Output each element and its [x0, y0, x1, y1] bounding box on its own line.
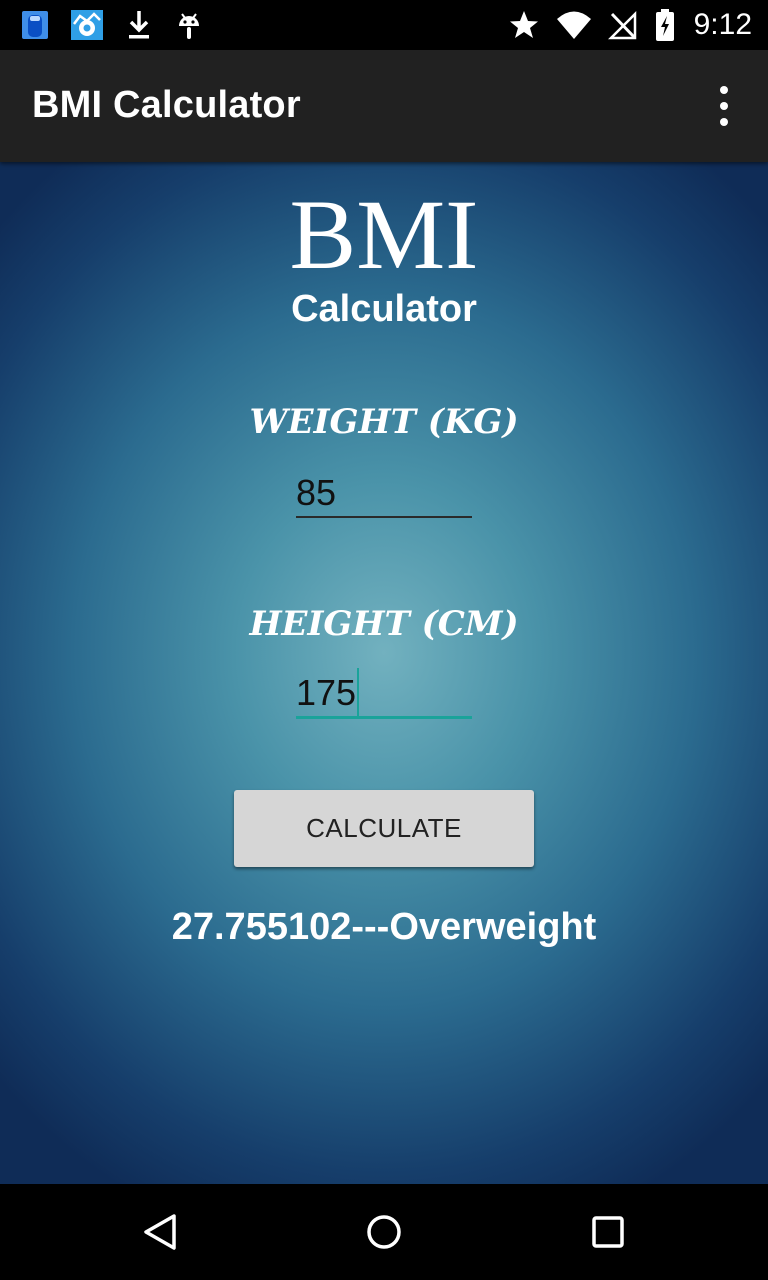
app-title: BMI Calculator	[32, 84, 301, 126]
text-cursor	[357, 668, 360, 717]
app-bar: BMI Calculator	[0, 50, 768, 162]
overflow-dot	[720, 118, 728, 126]
main-content: BMI Calculator WEIGHT (KG) 85 HEIGHT (CM…	[0, 162, 768, 1184]
logo-bmi: BMI	[289, 179, 479, 290]
height-input[interactable]: 175	[296, 668, 472, 719]
status-clock: 9:12	[693, 8, 752, 41]
height-label: HEIGHT (CM)	[249, 604, 519, 644]
navigation-bar	[0, 1184, 768, 1280]
weight-label: WEIGHT (KG)	[249, 402, 519, 442]
overflow-dot	[720, 102, 728, 110]
android-icon	[179, 13, 199, 39]
no-signal-icon	[607, 10, 636, 40]
logo-calculator: Calculator	[291, 288, 477, 330]
star-icon	[509, 11, 538, 38]
calculate-button[interactable]: CALCULATE	[234, 790, 534, 867]
height-input-value: 175	[296, 672, 357, 713]
recents-icon[interactable]	[584, 1208, 632, 1256]
status-bar-notifications	[20, 8, 204, 42]
home-icon[interactable]	[360, 1208, 408, 1256]
battery-charging-icon	[655, 9, 674, 41]
download-icon	[129, 11, 149, 39]
status-bar: 9:12	[0, 0, 768, 50]
back-icon[interactable]	[136, 1208, 184, 1256]
weight-input[interactable]: 85	[296, 470, 472, 518]
gear-update-icon	[71, 10, 103, 40]
weight-input-value: 85	[296, 472, 337, 513]
bmi-result: 27.755102---Overweight	[171, 906, 597, 948]
wifi-icon	[556, 11, 591, 39]
status-bar-system: 9:12	[508, 6, 752, 44]
overflow-dot	[720, 86, 728, 94]
more-vert-icon[interactable]	[710, 86, 738, 126]
app-notification-icon	[22, 11, 48, 39]
